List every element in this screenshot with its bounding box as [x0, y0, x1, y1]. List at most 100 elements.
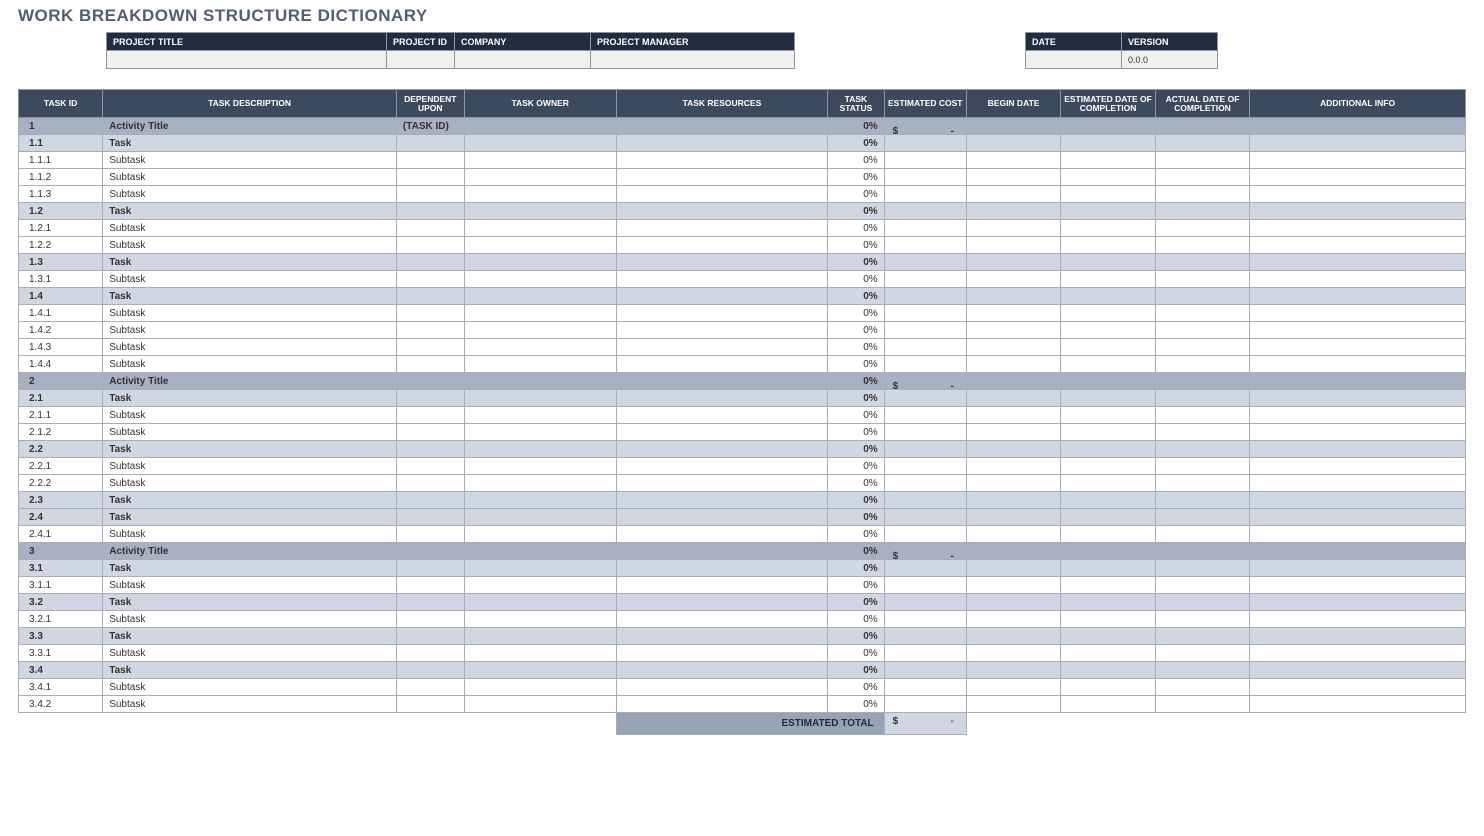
cell-estimated-completion[interactable]: [1061, 441, 1155, 458]
cell-estimated-cost[interactable]: [884, 220, 966, 237]
cell-begin-date[interactable]: [966, 492, 1060, 509]
cell-additional-info[interactable]: [1250, 458, 1466, 475]
cell-begin-date[interactable]: [966, 594, 1060, 611]
cell-dependent-upon[interactable]: [396, 458, 464, 475]
cell-dependent-upon[interactable]: [396, 322, 464, 339]
cell-additional-info[interactable]: [1250, 152, 1466, 169]
cell-estimated-completion[interactable]: [1061, 560, 1155, 577]
cell-actual-completion[interactable]: [1155, 509, 1249, 526]
cell-task-resources[interactable]: [616, 254, 828, 271]
cell-dependent-upon[interactable]: [396, 679, 464, 696]
cell-task-id[interactable]: 2: [19, 373, 103, 390]
cell-task-resources[interactable]: [616, 679, 828, 696]
cell-task-description[interactable]: Subtask: [103, 577, 397, 594]
cell-task-resources[interactable]: [616, 203, 828, 220]
cell-estimated-completion[interactable]: [1061, 390, 1155, 407]
cell-additional-info[interactable]: [1250, 407, 1466, 424]
cell-task-resources[interactable]: [616, 492, 828, 509]
cell-task-description[interactable]: Subtask: [103, 186, 397, 203]
cell-estimated-cost[interactable]: [884, 135, 966, 152]
cell-task-owner[interactable]: [464, 390, 616, 407]
cell-additional-info[interactable]: [1250, 424, 1466, 441]
cell-dependent-upon[interactable]: [396, 543, 464, 560]
cell-task-description[interactable]: Task: [103, 390, 397, 407]
cell-actual-completion[interactable]: [1155, 288, 1249, 305]
cell-task-resources[interactable]: [616, 662, 828, 679]
cell-task-owner[interactable]: [464, 526, 616, 543]
cell-estimated-cost[interactable]: [884, 186, 966, 203]
cell-additional-info[interactable]: [1250, 271, 1466, 288]
cell-estimated-completion[interactable]: [1061, 254, 1155, 271]
cell-task-status[interactable]: 0%: [828, 696, 884, 713]
cell-begin-date[interactable]: [966, 271, 1060, 288]
cell-task-description[interactable]: Task: [103, 288, 397, 305]
cell-actual-completion[interactable]: [1155, 696, 1249, 713]
cell-task-resources[interactable]: [616, 577, 828, 594]
cell-task-description[interactable]: Subtask: [103, 356, 397, 373]
meta-value-version[interactable]: 0.0.0: [1122, 51, 1218, 69]
cell-actual-completion[interactable]: [1155, 220, 1249, 237]
cell-estimated-cost[interactable]: [884, 492, 966, 509]
cell-estimated-cost[interactable]: [884, 237, 966, 254]
cell-task-status[interactable]: 0%: [828, 288, 884, 305]
cell-task-owner[interactable]: [464, 305, 616, 322]
cell-task-owner[interactable]: [464, 679, 616, 696]
cell-estimated-completion[interactable]: [1061, 577, 1155, 594]
cell-task-description[interactable]: Subtask: [103, 679, 397, 696]
cell-estimated-cost[interactable]: $-: [884, 118, 966, 135]
cell-task-status[interactable]: 0%: [828, 475, 884, 492]
meta-value-project-manager[interactable]: [591, 51, 795, 69]
cell-estimated-cost[interactable]: [884, 203, 966, 220]
cell-begin-date[interactable]: [966, 220, 1060, 237]
cell-estimated-completion[interactable]: [1061, 594, 1155, 611]
cell-dependent-upon[interactable]: [396, 645, 464, 662]
cell-task-description[interactable]: Subtask: [103, 407, 397, 424]
cell-task-status[interactable]: 0%: [828, 441, 884, 458]
cell-task-status[interactable]: 0%: [828, 152, 884, 169]
cell-task-owner[interactable]: [464, 356, 616, 373]
cell-dependent-upon[interactable]: [396, 203, 464, 220]
cell-task-description[interactable]: Subtask: [103, 696, 397, 713]
cell-task-description[interactable]: Task: [103, 203, 397, 220]
cell-task-description[interactable]: Subtask: [103, 424, 397, 441]
cell-begin-date[interactable]: [966, 696, 1060, 713]
cell-additional-info[interactable]: [1250, 135, 1466, 152]
cell-dependent-upon[interactable]: [396, 186, 464, 203]
cell-task-resources[interactable]: [616, 169, 828, 186]
cell-dependent-upon[interactable]: [396, 135, 464, 152]
cell-task-owner[interactable]: [464, 407, 616, 424]
cell-estimated-completion[interactable]: [1061, 424, 1155, 441]
cell-task-id[interactable]: 1.2.1: [19, 220, 103, 237]
cell-begin-date[interactable]: [966, 560, 1060, 577]
cell-task-status[interactable]: 0%: [828, 645, 884, 662]
cell-actual-completion[interactable]: [1155, 645, 1249, 662]
cell-begin-date[interactable]: [966, 373, 1060, 390]
cell-task-resources[interactable]: [616, 441, 828, 458]
cell-additional-info[interactable]: [1250, 288, 1466, 305]
cell-task-id[interactable]: 1.4.3: [19, 339, 103, 356]
cell-begin-date[interactable]: [966, 322, 1060, 339]
cell-estimated-cost[interactable]: [884, 254, 966, 271]
cell-estimated-cost[interactable]: [884, 662, 966, 679]
cell-task-status[interactable]: 0%: [828, 509, 884, 526]
cell-task-resources[interactable]: [616, 288, 828, 305]
cell-task-id[interactable]: 2.4: [19, 509, 103, 526]
cell-task-description[interactable]: Subtask: [103, 458, 397, 475]
cell-actual-completion[interactable]: [1155, 662, 1249, 679]
cell-begin-date[interactable]: [966, 543, 1060, 560]
cell-estimated-completion[interactable]: [1061, 373, 1155, 390]
cell-task-resources[interactable]: [616, 611, 828, 628]
cell-task-status[interactable]: 0%: [828, 305, 884, 322]
cell-task-id[interactable]: 2.4.1: [19, 526, 103, 543]
cell-task-resources[interactable]: [616, 390, 828, 407]
cell-task-description[interactable]: Task: [103, 509, 397, 526]
cell-task-resources[interactable]: [616, 118, 828, 135]
cell-task-id[interactable]: 3.4: [19, 662, 103, 679]
cell-task-description[interactable]: Task: [103, 492, 397, 509]
cell-estimated-cost[interactable]: [884, 628, 966, 645]
cell-actual-completion[interactable]: [1155, 594, 1249, 611]
cell-actual-completion[interactable]: [1155, 526, 1249, 543]
cell-estimated-cost[interactable]: [884, 288, 966, 305]
cell-begin-date[interactable]: [966, 441, 1060, 458]
cell-additional-info[interactable]: [1250, 492, 1466, 509]
